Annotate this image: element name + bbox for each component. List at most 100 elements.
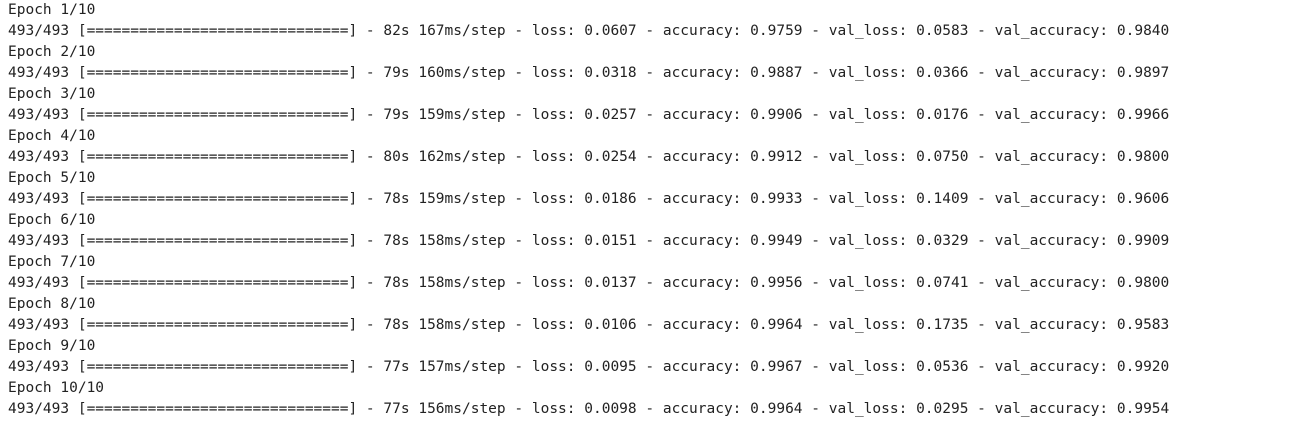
epoch-time: 82s [383, 23, 410, 39]
step-count: 493/493 [8, 233, 70, 249]
loss-label: loss: [531, 191, 585, 207]
separator: - [802, 275, 829, 291]
val-accuracy-label: val_accuracy: [994, 317, 1117, 333]
separator: - [968, 275, 995, 291]
progress-bar: [==============================] [77, 107, 358, 123]
separator: - [505, 107, 532, 123]
val-loss-value: 0.0536 [916, 359, 969, 375]
step-count: 493/493 [8, 149, 70, 165]
accuracy-value: 0.9759 [750, 23, 803, 39]
separator: - [505, 275, 532, 291]
loss-value: 0.0254 [584, 149, 637, 165]
step-time: 159ms/step [418, 107, 506, 123]
val-loss-value: 0.0295 [916, 401, 969, 417]
separator: - [357, 149, 384, 165]
val-loss-label: val_loss: [828, 275, 917, 291]
separator: - [357, 275, 384, 291]
accuracy-label: accuracy: [662, 191, 751, 207]
loss-value: 0.0098 [584, 401, 637, 417]
separator: - [357, 107, 384, 123]
epoch-time: 80s [383, 149, 410, 165]
epoch-header: Epoch 3/10 [8, 84, 1297, 105]
step-count: 493/493 [8, 317, 70, 333]
val-loss-value: 0.0750 [916, 149, 969, 165]
epoch-header: Epoch 1/10 [8, 0, 1297, 21]
epoch-progress-line: 493/493 [==============================]… [8, 21, 1297, 42]
training-output-log: Epoch 1/10 493/493 [=====================… [0, 0, 1297, 420]
val-accuracy-value: 0.9920 [1116, 359, 1170, 375]
val-loss-label: val_loss: [828, 359, 917, 375]
step-count: 493/493 [8, 107, 70, 123]
val-loss-label: val_loss: [828, 23, 917, 39]
val-accuracy-label: val_accuracy: [994, 275, 1117, 291]
progress-bar: [==============================] [77, 317, 358, 333]
loss-label: loss: [531, 233, 585, 249]
loss-label: loss: [531, 149, 585, 165]
accuracy-value: 0.9967 [750, 359, 803, 375]
val-loss-value: 0.0583 [916, 23, 969, 39]
val-loss-value: 0.1735 [916, 317, 969, 333]
epoch-progress-line: 493/493 [==============================]… [8, 231, 1297, 252]
accuracy-value: 0.9964 [750, 317, 803, 333]
epoch-progress-line: 493/493 [==============================]… [8, 399, 1297, 420]
accuracy-value: 0.9912 [750, 149, 803, 165]
loss-value: 0.0095 [584, 359, 637, 375]
loss-value: 0.0607 [584, 23, 637, 39]
val-accuracy-label: val_accuracy: [994, 401, 1117, 417]
separator: - [357, 401, 384, 417]
separator: - [968, 23, 995, 39]
step-time: 167ms/step [418, 23, 506, 39]
epoch-header-text: Epoch 3/10 [8, 86, 96, 102]
val-accuracy-label: val_accuracy: [994, 191, 1117, 207]
separator: - [802, 401, 829, 417]
loss-label: loss: [531, 275, 585, 291]
accuracy-label: accuracy: [662, 23, 751, 39]
step-time: 159ms/step [418, 191, 506, 207]
loss-label: loss: [531, 317, 585, 333]
val-accuracy-label: val_accuracy: [994, 233, 1117, 249]
val-loss-value: 0.0366 [916, 65, 969, 81]
loss-value: 0.0106 [584, 317, 637, 333]
separator: - [802, 107, 829, 123]
separator: - [636, 65, 663, 81]
separator: - [636, 233, 663, 249]
separator: - [357, 65, 384, 81]
separator: - [636, 401, 663, 417]
loss-value: 0.0137 [584, 275, 637, 291]
val-loss-label: val_loss: [828, 149, 917, 165]
val-loss-value: 0.0329 [916, 233, 969, 249]
epoch-header: Epoch 5/10 [8, 168, 1297, 189]
epoch-progress-line: 493/493 [==============================]… [8, 273, 1297, 294]
accuracy-value: 0.9949 [750, 233, 803, 249]
accuracy-label: accuracy: [662, 149, 751, 165]
val-accuracy-label: val_accuracy: [994, 65, 1117, 81]
separator: - [802, 149, 829, 165]
separator: - [357, 359, 384, 375]
epoch-header-text: Epoch 5/10 [8, 170, 96, 186]
loss-value: 0.0186 [584, 191, 637, 207]
epoch-time: 79s [383, 65, 410, 81]
separator: - [968, 65, 995, 81]
accuracy-label: accuracy: [662, 317, 751, 333]
val-loss-label: val_loss: [828, 191, 917, 207]
epoch-header: Epoch 10/10 [8, 378, 1297, 399]
accuracy-label: accuracy: [662, 275, 751, 291]
epoch-header: Epoch 7/10 [8, 252, 1297, 273]
separator: - [968, 401, 995, 417]
epoch-progress-line: 493/493 [==============================]… [8, 63, 1297, 84]
separator: - [505, 23, 532, 39]
val-accuracy-label: val_accuracy: [994, 23, 1117, 39]
separator: - [357, 23, 384, 39]
accuracy-value: 0.9964 [750, 401, 803, 417]
val-loss-value: 0.0741 [916, 275, 969, 291]
val-accuracy-value: 0.9583 [1116, 317, 1170, 333]
epoch-header-text: Epoch 7/10 [8, 254, 96, 270]
separator: - [505, 191, 532, 207]
val-accuracy-value: 0.9800 [1116, 275, 1170, 291]
separator: - [968, 233, 995, 249]
epoch-progress-line: 493/493 [==============================]… [8, 357, 1297, 378]
val-loss-value: 0.0176 [916, 107, 969, 123]
